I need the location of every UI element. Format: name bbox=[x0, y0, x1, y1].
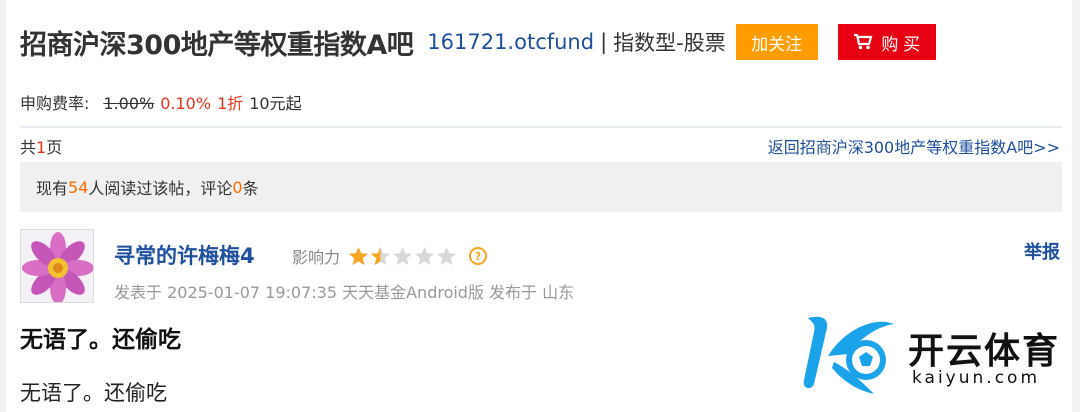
fund-type: 指数型-股票 bbox=[613, 31, 726, 55]
back-to-bar-link[interactable]: 返回招商沪深300地产等权重指数A吧>> bbox=[768, 134, 1060, 158]
follow-button[interactable]: 加关注 bbox=[735, 24, 818, 60]
cart-icon bbox=[854, 34, 873, 50]
report-button[interactable]: 举报 bbox=[1024, 238, 1060, 264]
fund-code-link[interactable]: 161721.otcfund bbox=[427, 30, 594, 54]
comment-count: 0 bbox=[232, 177, 243, 197]
username-link[interactable]: 寻常的许梅梅4 bbox=[114, 240, 255, 270]
page-count-number: 1 bbox=[36, 138, 47, 157]
post-title: 无语了。还偷吃 bbox=[20, 327, 181, 353]
star-icon bbox=[371, 247, 391, 265]
page-header: 招商沪深300地产等权重指数A吧 161721.otcfund | 指数型-股票… bbox=[20, 20, 936, 64]
star-icon bbox=[349, 247, 369, 265]
post-meta: 发表于 2025-01-07 19:07:35 天天基金Android版 发布于… bbox=[114, 283, 575, 302]
buy-button[interactable]: 购 买 bbox=[837, 24, 936, 60]
fee-minimum: 10元起 bbox=[249, 94, 302, 113]
page-count-prefix: 共 bbox=[20, 138, 37, 157]
help-icon[interactable]: ? bbox=[469, 247, 488, 265]
separator: | bbox=[600, 30, 608, 54]
flower-avatar-image bbox=[21, 230, 93, 302]
post-page: 招商沪深300地产等权重指数A吧 161721.otcfund | 指数型-股票… bbox=[6, 0, 1072, 412]
fee-rate: 申购费率: 1.00% 0.10% 1折 10元起 bbox=[20, 90, 302, 114]
star-icon bbox=[393, 247, 413, 265]
fee-discounted: 0.10% bbox=[160, 94, 212, 113]
influence-rating: 影响力 ? bbox=[292, 244, 488, 268]
watermark: 开云体育 kaiyun.com bbox=[794, 310, 1074, 400]
divider bbox=[20, 126, 1062, 128]
avatar[interactable] bbox=[20, 229, 94, 303]
fee-original: 1.00% bbox=[103, 94, 155, 113]
read-stats: 现有 54 人阅读过该帖，评论 0 条 bbox=[20, 162, 1062, 212]
fee-label: 申购费率: bbox=[20, 94, 90, 113]
stats-prefix: 现有 bbox=[36, 179, 69, 198]
influence-label: 影响力 bbox=[292, 248, 341, 267]
watermark-name: 开云体育 bbox=[908, 331, 1061, 372]
buy-label: 购 买 bbox=[881, 34, 921, 54]
star-icon bbox=[437, 247, 457, 265]
watermark-domain: kaiyun.com bbox=[912, 368, 1041, 388]
star-icon bbox=[415, 247, 435, 265]
kaiyun-logo-icon bbox=[803, 316, 894, 394]
page-count-suffix: 页 bbox=[46, 138, 63, 157]
post-body: 无语了。还偷吃 bbox=[20, 381, 167, 405]
rating-stars bbox=[348, 246, 457, 266]
reader-count: 54 bbox=[68, 177, 89, 197]
stats-mid: 人阅读过该帖，评论 bbox=[88, 179, 233, 198]
fee-discount: 1折 bbox=[217, 94, 244, 113]
bar-name[interactable]: 招商沪深300地产等权重指数A吧 bbox=[20, 23, 414, 62]
stats-suffix: 条 bbox=[242, 179, 259, 198]
page-count: 共1页 bbox=[20, 134, 62, 158]
